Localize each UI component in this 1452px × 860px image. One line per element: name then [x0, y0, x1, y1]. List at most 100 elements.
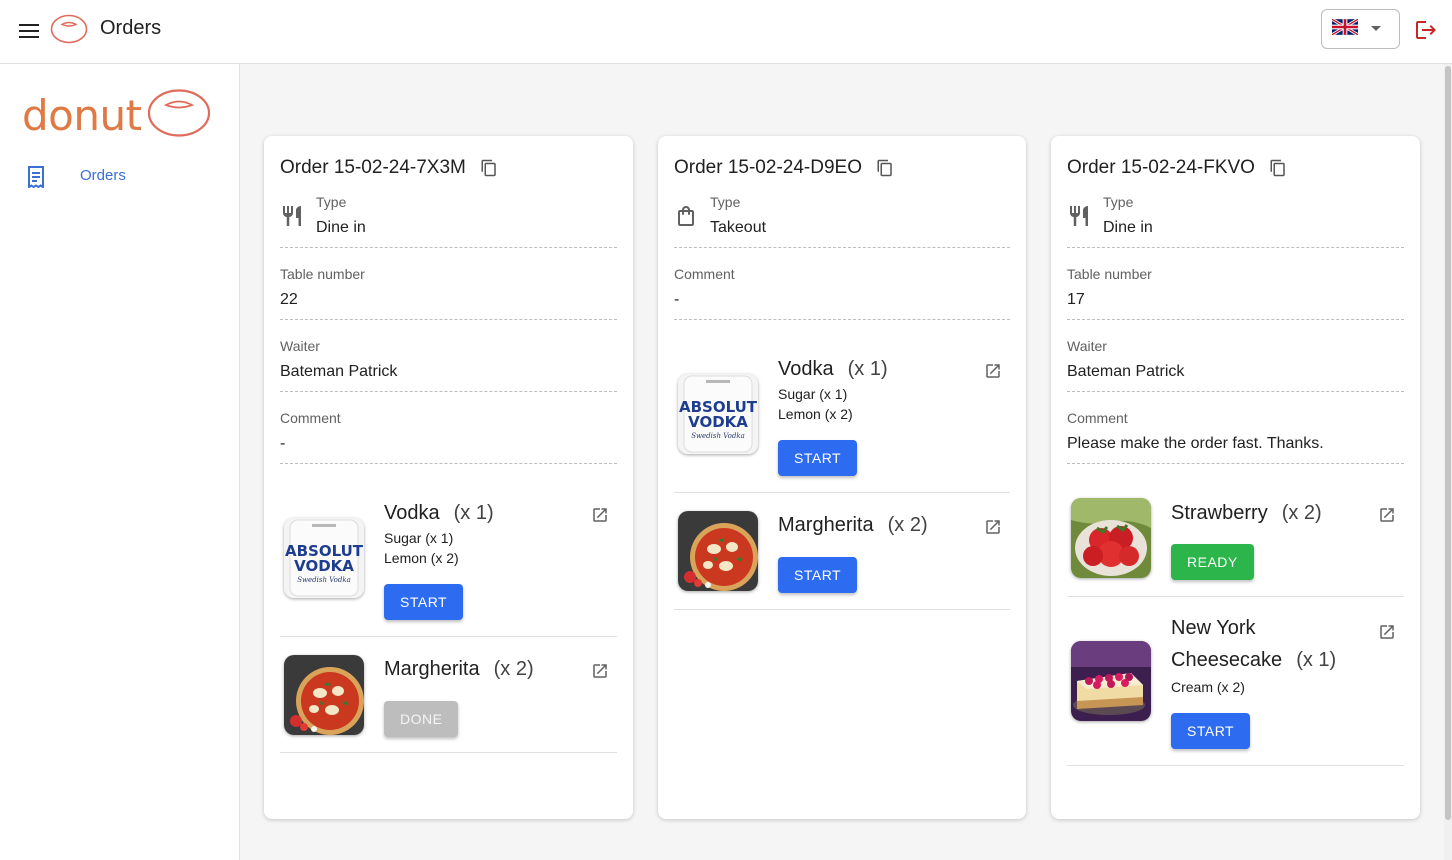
waiter-field: Waiter Bateman Patrick: [1067, 338, 1404, 392]
field-label: Table number: [1067, 266, 1152, 282]
order-item: New York Cheesecake (x 1) Cream (x 2) STA…: [1067, 597, 1404, 766]
brand-name: donut: [22, 90, 142, 140]
item-quantity: (x 1): [847, 358, 888, 380]
item-name: New York: [1171, 617, 1256, 639]
copy-icon[interactable]: [480, 158, 498, 178]
open-in-new-icon[interactable]: [1378, 506, 1396, 524]
order-card: Order 15-02-24-7X3M Type Dine in Table n…: [264, 136, 633, 819]
order-title: Order 15-02-24-D9EO: [674, 157, 894, 179]
field-value: Bateman Patrick: [1067, 363, 1185, 380]
sidebar: donut Orders: [0, 64, 240, 860]
sidebar-item-label: Orders: [80, 167, 126, 184]
item-name: Vodka (x 1): [384, 502, 494, 525]
start-button[interactable]: START: [778, 440, 858, 476]
field-label: Waiter: [1067, 338, 1107, 354]
order-number: Order 15-02-24-D9EO: [674, 157, 862, 178]
field-label: Comment: [280, 410, 341, 426]
item-extra: Sugar (x 1): [778, 386, 848, 402]
sidebar-item-orders[interactable]: Orders: [0, 160, 239, 192]
scrollbar-thumb[interactable]: [1445, 66, 1451, 820]
item-title: Vodka: [778, 358, 834, 380]
item-extra: Sugar (x 1): [384, 530, 454, 546]
item-title: Cheesecake: [1171, 649, 1283, 671]
order-item: Margherita (x 2) DONE: [280, 637, 617, 753]
open-in-new-icon[interactable]: [591, 506, 609, 524]
open-in-new-icon[interactable]: [1378, 623, 1396, 641]
field-label: Waiter: [280, 338, 320, 354]
done-button[interactable]: DONE: [384, 701, 459, 737]
table-number-field: Table number 17: [1067, 266, 1404, 320]
item-image: [1071, 498, 1151, 578]
brand-logo: donut: [22, 88, 212, 143]
table-number-field: Table number 22: [280, 266, 617, 320]
open-in-new-icon[interactable]: [984, 362, 1002, 380]
restaurant-icon: [1067, 204, 1091, 228]
item-title: Margherita: [384, 658, 480, 680]
item-image: [284, 518, 364, 598]
field-value: -: [280, 435, 286, 452]
item-quantity: (x 1): [453, 502, 494, 524]
item-image: [284, 655, 364, 735]
field-label: Type: [1103, 194, 1134, 210]
order-number: Order 15-02-24-FKVO: [1067, 157, 1255, 178]
item-name: Strawberry (x 2): [1171, 502, 1322, 525]
field-value: Bateman Patrick: [280, 363, 398, 380]
field-value: 22: [280, 291, 298, 308]
ready-button[interactable]: READY: [1171, 544, 1254, 580]
scrollbar[interactable]: [1444, 64, 1452, 860]
start-button[interactable]: START: [1171, 713, 1251, 749]
donut-logo-icon: [146, 88, 212, 143]
receipt-icon: [26, 166, 46, 193]
item-title: Margherita: [778, 514, 874, 536]
comment-field: Comment -: [674, 266, 1010, 320]
field-value: Please make the order fast. Thanks.: [1067, 435, 1324, 452]
item-name: Vodka (x 1): [778, 358, 888, 381]
order-item: Vodka (x 1) Sugar (x 1) Lemon (x 2) START: [280, 482, 617, 637]
order-item: Margherita (x 2) START: [674, 493, 1010, 610]
field-value: Dine in: [1103, 219, 1153, 236]
open-in-new-icon[interactable]: [984, 518, 1002, 536]
field-value: Takeout: [710, 219, 767, 236]
item-title: Strawberry: [1171, 502, 1268, 524]
item-quantity: (x 2): [887, 514, 928, 536]
order-type-field: Type Dine in: [1067, 194, 1404, 248]
open-in-new-icon[interactable]: [591, 662, 609, 680]
field-label: Table number: [280, 266, 365, 282]
item-quantity: (x 2): [493, 658, 534, 680]
order-item: Strawberry (x 2) READY: [1067, 482, 1404, 597]
order-card: Order 15-02-24-D9EO Type Takeout Comment…: [658, 136, 1026, 819]
page-title: Orders: [100, 17, 162, 39]
field-label: Type: [316, 194, 347, 210]
uk-flag-icon: [1331, 17, 1359, 40]
menu-icon[interactable]: [12, 14, 46, 48]
item-image: [678, 511, 758, 591]
item-image: [678, 374, 758, 454]
field-value: -: [674, 291, 680, 308]
start-button[interactable]: START: [384, 584, 464, 620]
chevron-down-icon: [1370, 20, 1382, 38]
donut-logo-icon: [50, 14, 88, 44]
field-value: Dine in: [316, 219, 366, 236]
item-extra: Cream (x 2): [1171, 679, 1245, 695]
field-label: Type: [710, 194, 741, 210]
shopping-bag-icon: [674, 204, 698, 228]
field-label: Comment: [1067, 410, 1128, 426]
item-quantity: (x 1): [1296, 649, 1337, 671]
order-type-field: Type Takeout: [674, 194, 1010, 248]
item-name-line2: Cheesecake (x 1): [1171, 649, 1336, 672]
item-name: Margherita (x 2): [384, 658, 534, 681]
item-title: Vodka: [384, 502, 440, 524]
copy-icon[interactable]: [1269, 158, 1287, 178]
logout-icon[interactable]: [1410, 14, 1442, 46]
item-extra: Lemon (x 2): [778, 406, 853, 422]
item-extra: Lemon (x 2): [384, 550, 459, 566]
order-type-field: Type Dine in: [280, 194, 617, 248]
item-quantity: (x 2): [1281, 502, 1322, 524]
language-select[interactable]: [1321, 9, 1400, 49]
order-number: Order 15-02-24-7X3M: [280, 157, 466, 178]
start-button[interactable]: START: [778, 557, 858, 593]
order-card: Order 15-02-24-FKVO Type Dine in Table n…: [1051, 136, 1420, 819]
copy-icon[interactable]: [876, 158, 894, 178]
comment-field: Comment Please make the order fast. Than…: [1067, 410, 1404, 464]
item-image: [1071, 641, 1151, 721]
